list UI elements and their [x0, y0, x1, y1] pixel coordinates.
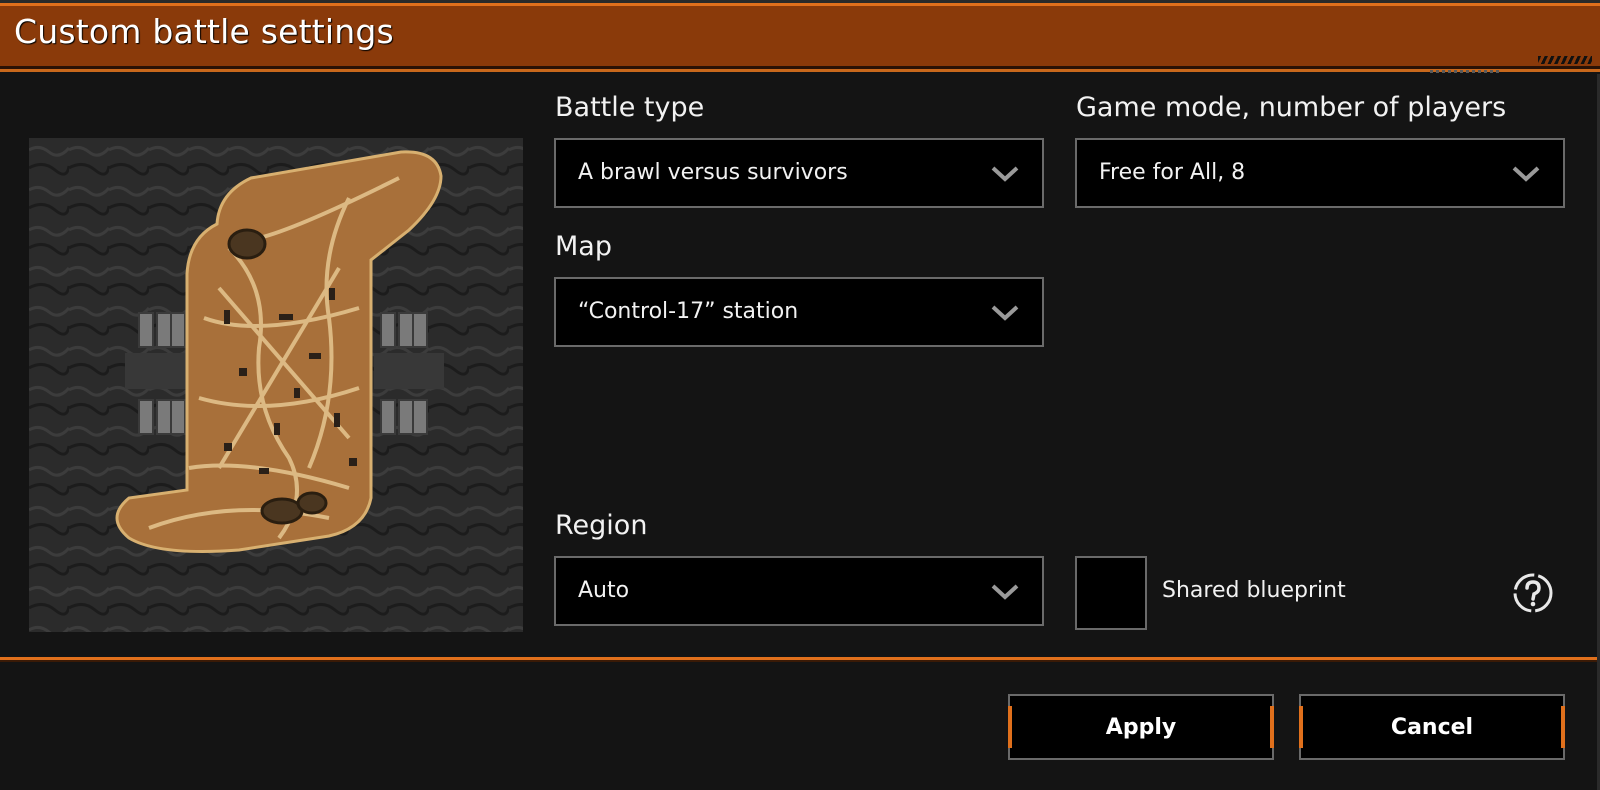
map-label: Map	[555, 231, 612, 262]
game-mode-value: Free for All, 8	[1099, 160, 1246, 185]
map-dropdown[interactable]: “Control-17” station	[554, 277, 1044, 347]
battle-type-dropdown[interactable]: A brawl versus survivors	[554, 138, 1044, 208]
window-title: Custom battle settings	[14, 12, 394, 51]
shared-blueprint-label: Shared blueprint	[1162, 578, 1346, 603]
apply-button[interactable]: Apply	[1008, 694, 1274, 760]
title-decoration	[1538, 56, 1592, 64]
region-value: Auto	[578, 578, 630, 603]
game-mode-label: Game mode, number of players	[1076, 92, 1507, 123]
battle-type-label: Battle type	[555, 92, 705, 123]
help-icon[interactable]	[1512, 572, 1554, 614]
map-preview-image	[29, 138, 523, 632]
chevron-down-icon	[990, 580, 1020, 602]
region-dropdown[interactable]: Auto	[554, 556, 1044, 626]
title-dots-decoration	[1430, 70, 1500, 73]
shared-blueprint-checkbox[interactable]	[1075, 556, 1147, 630]
region-label: Region	[555, 510, 648, 541]
chevron-down-icon	[1511, 162, 1541, 184]
chevron-down-icon	[990, 301, 1020, 323]
chevron-down-icon	[990, 162, 1020, 184]
cancel-button-label: Cancel	[1390, 715, 1474, 740]
cancel-button[interactable]: Cancel	[1299, 694, 1565, 760]
battle-type-value: A brawl versus survivors	[578, 160, 848, 185]
apply-button-label: Apply	[1105, 715, 1177, 740]
game-mode-dropdown[interactable]: Free for All, 8	[1075, 138, 1565, 208]
footer-separator	[0, 657, 1600, 662]
custom-battle-settings-window: Custom battle settings Battle type A bra…	[0, 0, 1600, 790]
map-value: “Control-17” station	[578, 299, 799, 324]
title-bar: Custom battle settings	[0, 0, 1600, 74]
